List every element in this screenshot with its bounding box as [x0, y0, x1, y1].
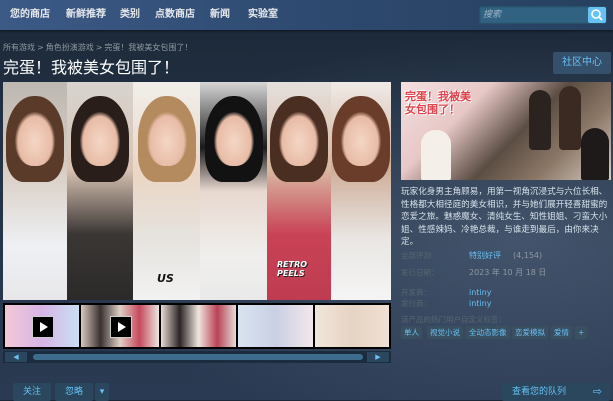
search-box: [479, 6, 607, 24]
game-description: 玩家化身男主角顾易，用第一视角沉浸式与六位长相、性格都大相径庭的美女相识，并与她…: [401, 187, 608, 247]
scroll-right-arrow-icon[interactable]: ▶: [367, 352, 389, 362]
tag-dating-sim[interactable]: 恋爱模拟: [512, 326, 548, 339]
follow-button[interactable]: 关注: [13, 383, 51, 401]
release-date: 2023 年 10 月 18 日: [469, 268, 547, 277]
thumbnail-image[interactable]: [161, 305, 236, 347]
play-icon: [32, 316, 54, 338]
tag-fmv[interactable]: 全动态影像: [466, 326, 510, 339]
shirt-print: RETRO PEELS: [277, 260, 308, 278]
ignore-button[interactable]: 忽略: [55, 383, 93, 401]
nav-new-noteworthy[interactable]: 新鲜推荐: [66, 0, 106, 30]
breadcrumb: 所有游戏 > 角色扮演游戏 > 完蛋！我被美女包围了！: [3, 42, 192, 53]
face-shape: [213, 112, 254, 166]
tag-visual-novel[interactable]: 视觉小说: [427, 326, 463, 339]
shirt-print: US: [157, 272, 174, 285]
nav-news[interactable]: 新闻: [210, 0, 230, 30]
capsule-figure: [581, 128, 609, 180]
breadcrumb-rpg[interactable]: 角色扮演游戏: [46, 43, 94, 52]
character-portrait: [200, 82, 267, 300]
publisher-link[interactable]: intiny: [469, 298, 491, 310]
search-button[interactable]: [588, 7, 606, 23]
character-portrait: US: [133, 82, 200, 300]
play-icon: [110, 316, 132, 338]
thumbnail-image[interactable]: [238, 305, 313, 347]
arrow-right-icon: ⇨: [592, 385, 602, 398]
page-title: 完蛋！我被美女包围了！: [3, 58, 180, 77]
search-icon: [591, 9, 603, 21]
tag-list: 单人 视觉小说 全动态影像 恋爱模拟 爱情 +: [401, 326, 611, 340]
tags-label: 该产品的热门用户自定义标签：: [401, 315, 506, 324]
community-hub-button[interactable]: 社区中心: [553, 52, 611, 74]
capsule-logo-text: 完蛋！我被美女包围了！: [405, 90, 471, 116]
nav-labs[interactable]: 实验室: [248, 0, 278, 30]
thumbnail-strip: [3, 303, 391, 349]
breadcrumb-game[interactable]: 完蛋！我被美女包围了！: [104, 43, 192, 52]
face-shape: [341, 112, 381, 166]
capsule-figure: [421, 130, 451, 180]
media-viewer[interactable]: US RETRO PEELS: [3, 82, 391, 300]
thumbnail-video[interactable]: [81, 305, 159, 347]
publisher-label: 发行商：: [401, 299, 431, 308]
nav-categories[interactable]: 类别: [120, 0, 140, 30]
character-portrait: [331, 82, 391, 300]
breadcrumb-separator: >: [37, 43, 44, 52]
character-portrait: [3, 82, 67, 300]
view-queue-label: 查看您的队列: [512, 387, 567, 397]
face-shape: [80, 112, 120, 166]
face-shape: [279, 112, 319, 166]
character-portrait: [67, 82, 133, 300]
tag-single-player[interactable]: 单人: [401, 326, 422, 339]
reviews-label: 全部评测: [401, 251, 431, 260]
search-input[interactable]: [483, 6, 583, 24]
breadcrumb-all-games[interactable]: 所有游戏: [3, 43, 35, 52]
thumbnail-video[interactable]: [5, 305, 79, 347]
thumbnail-image[interactable]: [315, 305, 389, 347]
tag-romance[interactable]: 爱情: [551, 326, 572, 339]
face-shape: [146, 112, 187, 166]
capsule-figure: [529, 90, 551, 150]
ignore-dropdown-button[interactable]: ▾: [95, 383, 109, 401]
scroll-left-arrow-icon[interactable]: ◀: [5, 352, 27, 362]
nav-points-shop[interactable]: 点数商店: [155, 0, 195, 30]
game-capsule-image: 完蛋！我被美女包围了！: [401, 82, 611, 180]
nav-your-store[interactable]: 您的商店: [10, 0, 50, 30]
tag-more-button[interactable]: +: [575, 326, 588, 339]
reviews-summary[interactable]: 特别好评: [469, 250, 501, 262]
scrollbar-thumb[interactable]: [33, 354, 363, 360]
reviews-count: (4,154): [513, 251, 543, 260]
top-nav: 您的商店 新鲜推荐 类别 点数商店 新闻 实验室: [0, 0, 613, 30]
capsule-figure: [559, 86, 581, 150]
thumbnail-scrollbar[interactable]: ◀ ▶: [3, 351, 391, 363]
character-portrait: RETRO PEELS: [267, 82, 331, 300]
release-label: 发行日期：: [401, 268, 439, 277]
view-queue-button[interactable]: 查看您的队列 ⇨: [502, 383, 610, 401]
face-shape: [15, 112, 55, 166]
breadcrumb-separator: >: [95, 43, 103, 52]
